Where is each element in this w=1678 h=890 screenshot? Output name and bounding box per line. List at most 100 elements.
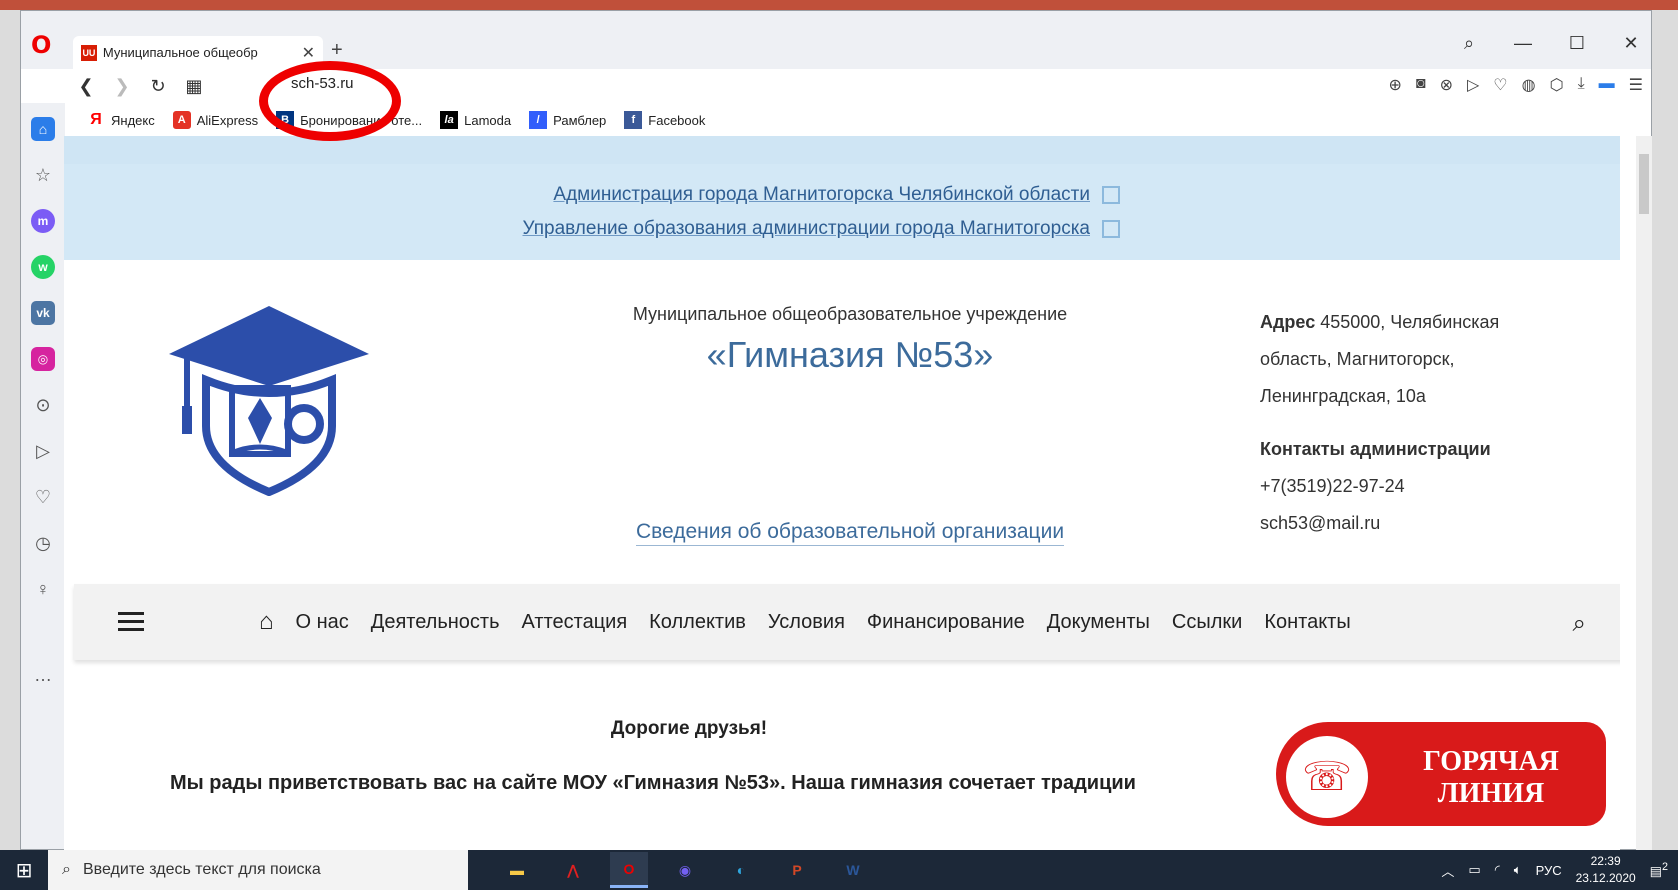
extensions-icon[interactable]: ⬡ xyxy=(1550,75,1564,95)
speed-dial-button[interactable]: ▦ xyxy=(179,76,209,97)
battery-saver-icon[interactable]: ▬ xyxy=(1599,75,1615,95)
player-icon[interactable]: ⊙ xyxy=(31,393,55,417)
flow-send-icon[interactable]: ▷ xyxy=(31,439,55,463)
address-line-3: Ленинградская, 10а xyxy=(1260,386,1426,406)
address-line-2: область, Магнитогорск, xyxy=(1260,349,1455,369)
menu-item-finance[interactable]: Финансирование xyxy=(867,611,1025,634)
menu-item-documents[interactable]: Документы xyxy=(1047,611,1150,634)
opera-taskbar-icon[interactable]: O xyxy=(610,852,648,888)
menu-item-links[interactable]: Ссылки xyxy=(1172,611,1242,634)
opera-menu-icon[interactable]: O xyxy=(31,33,55,57)
home-icon[interactable]: ⌂ xyxy=(31,117,55,141)
reload-button[interactable]: ↻ xyxy=(143,76,173,97)
bookmarks-bar: Я Яндекс A AliExpress B Бронирование оте… xyxy=(21,103,1651,137)
easy-setup-icon[interactable]: ☰ xyxy=(1629,75,1643,95)
notifications-icon[interactable]: ▤2 xyxy=(1650,861,1668,879)
facebook-icon: f xyxy=(624,111,643,129)
link-city-administration[interactable]: Администрация города Магнитогорска Челяб… xyxy=(553,184,1120,206)
slide-background-right xyxy=(1652,10,1678,850)
viber-icon[interactable]: ◉ xyxy=(666,852,704,888)
window-controls: ⌕ — ☐ ✕ xyxy=(1457,33,1643,54)
bookmark-rambler[interactable]: / Рамблер xyxy=(529,111,606,129)
tab-close-button[interactable]: ✕ xyxy=(302,43,315,63)
windows-start-icon[interactable]: ⊞ xyxy=(0,858,48,883)
hotline-banner[interactable]: ☏ ГОРЯЧАЯ ЛИНИЯ xyxy=(1276,722,1606,826)
history-clock-icon[interactable]: ◷ xyxy=(31,531,55,555)
bookmark-aliexpress[interactable]: A AliExpress xyxy=(172,111,258,129)
bookmark-lamoda[interactable]: la Lamoda xyxy=(440,111,511,129)
welcome-text: Мы рады приветствовать вас на сайте МОУ … xyxy=(170,772,1136,794)
download-icon[interactable]: ⤓ xyxy=(1578,75,1585,95)
link-education-department[interactable]: Управление образования администрации гор… xyxy=(523,218,1120,240)
bookmark-facebook[interactable]: f Facebook xyxy=(624,111,705,129)
external-link-icon xyxy=(1102,219,1120,238)
menu-items: ⌂ О нас Деятельность Аттестация Коллекти… xyxy=(259,608,1351,636)
language-indicator[interactable]: РУС xyxy=(1536,863,1562,878)
greeting-heading: Дорогие друзья! xyxy=(610,718,768,739)
clock[interactable]: 22:39 23.12.2020 xyxy=(1576,853,1636,887)
tips-bulb-icon[interactable]: ♀ xyxy=(31,577,55,601)
edge-icon[interactable]: ◐ xyxy=(722,852,760,888)
menu-item-conditions[interactable]: Условия xyxy=(768,611,845,634)
heart-icon[interactable]: ♡ xyxy=(1493,75,1507,95)
booking-icon: B xyxy=(276,111,295,129)
menu-item-about[interactable]: О нас xyxy=(296,611,349,634)
snapshot-icon[interactable]: ◙ xyxy=(1416,75,1426,95)
adblock-icon[interactable]: ⊗ xyxy=(1440,75,1453,95)
opera-sidebar: ⌂ ☆ m w vk ◎ ⊙ ▷ ♡ ◷ ♀ … xyxy=(21,103,65,849)
search-icon[interactable]: ⌕ xyxy=(1573,610,1586,638)
wifi-icon[interactable]: ◜ xyxy=(1495,862,1500,878)
tab-search-button[interactable]: ⌕ xyxy=(1457,33,1481,54)
home-nav-icon[interactable]: ⌂ xyxy=(259,608,274,636)
hamburger-menu-icon[interactable] xyxy=(118,612,144,636)
email-address[interactable]: sch53@mail.ru xyxy=(1260,505,1560,542)
word-icon[interactable]: W xyxy=(834,852,872,888)
external-links-band: Администрация города Магнитогорска Челяб… xyxy=(64,164,1620,260)
close-window-button[interactable]: ✕ xyxy=(1619,33,1643,54)
clock-time: 22:39 xyxy=(1590,854,1621,868)
aliexpress-icon: A xyxy=(172,111,191,129)
site-favicon-icon: UU xyxy=(81,44,97,61)
vpn-icon[interactable]: ◍ xyxy=(1522,75,1536,95)
page-scrollbar[interactable] xyxy=(1636,136,1652,850)
slide-background-top xyxy=(0,0,1678,10)
minimize-button[interactable]: — xyxy=(1511,33,1535,54)
address-bar[interactable]: sch-53.ru xyxy=(291,75,354,92)
web-page: Администрация города Магнитогорска Челяб… xyxy=(64,136,1620,850)
whatsapp-icon[interactable]: w xyxy=(31,255,55,279)
battery-icon[interactable]: ▭ xyxy=(1468,862,1480,878)
file-explorer-icon[interactable]: ▬ xyxy=(498,852,536,888)
hotline-text: ГОРЯЧАЯ ЛИНИЯ xyxy=(1423,746,1559,809)
messenger-icon[interactable]: m xyxy=(31,209,55,233)
more-dots-icon[interactable]: … xyxy=(31,663,55,687)
volume-icon[interactable]: 🔈︎ xyxy=(1514,862,1522,878)
forward-button[interactable]: ❯ xyxy=(107,76,137,97)
address-block: Адрес 455000, Челябинская область, Магни… xyxy=(1260,304,1560,542)
menu-item-activity[interactable]: Деятельность xyxy=(371,611,500,634)
maximize-button[interactable]: ☐ xyxy=(1565,33,1589,54)
tab-title: Муниципальное общеобр xyxy=(102,45,258,60)
back-button[interactable]: ❮ xyxy=(71,76,101,97)
zoom-icon[interactable]: ⊕ xyxy=(1389,75,1402,95)
tray-expand-icon[interactable]: ︿ xyxy=(1441,861,1454,880)
powerpoint-icon[interactable]: P xyxy=(778,852,816,888)
taskbar-search[interactable]: ⌕ Введите здесь текст для поиска xyxy=(48,850,468,890)
send-icon[interactable]: ▷ xyxy=(1467,75,1479,95)
menu-item-staff[interactable]: Коллектив xyxy=(649,611,746,634)
instagram-icon[interactable]: ◎ xyxy=(31,347,55,371)
phone-number[interactable]: +7(3519)22-97-24 xyxy=(1260,468,1560,505)
vk-icon[interactable]: vk xyxy=(31,301,55,325)
menu-item-attestation[interactable]: Аттестация xyxy=(522,611,628,634)
personal-news-heart-icon[interactable]: ♡ xyxy=(31,485,55,509)
bookmarks-star-icon[interactable]: ☆ xyxy=(31,163,55,187)
top-stripe xyxy=(64,136,1620,164)
bookmark-yandex[interactable]: Я Яндекс xyxy=(87,111,154,129)
new-tab-button[interactable]: + xyxy=(331,39,343,62)
acrobat-icon[interactable]: ⋀ xyxy=(554,852,592,888)
browser-tab[interactable]: UU Муниципальное общеобр ✕ xyxy=(73,36,323,69)
slide-background-left xyxy=(0,10,20,850)
bookmark-booking[interactable]: B Бронирование оте... xyxy=(276,111,422,129)
menu-item-contacts[interactable]: Контакты xyxy=(1264,611,1350,634)
scrollbar-thumb[interactable] xyxy=(1639,154,1649,214)
phone-icon: ☏ xyxy=(1286,736,1368,818)
